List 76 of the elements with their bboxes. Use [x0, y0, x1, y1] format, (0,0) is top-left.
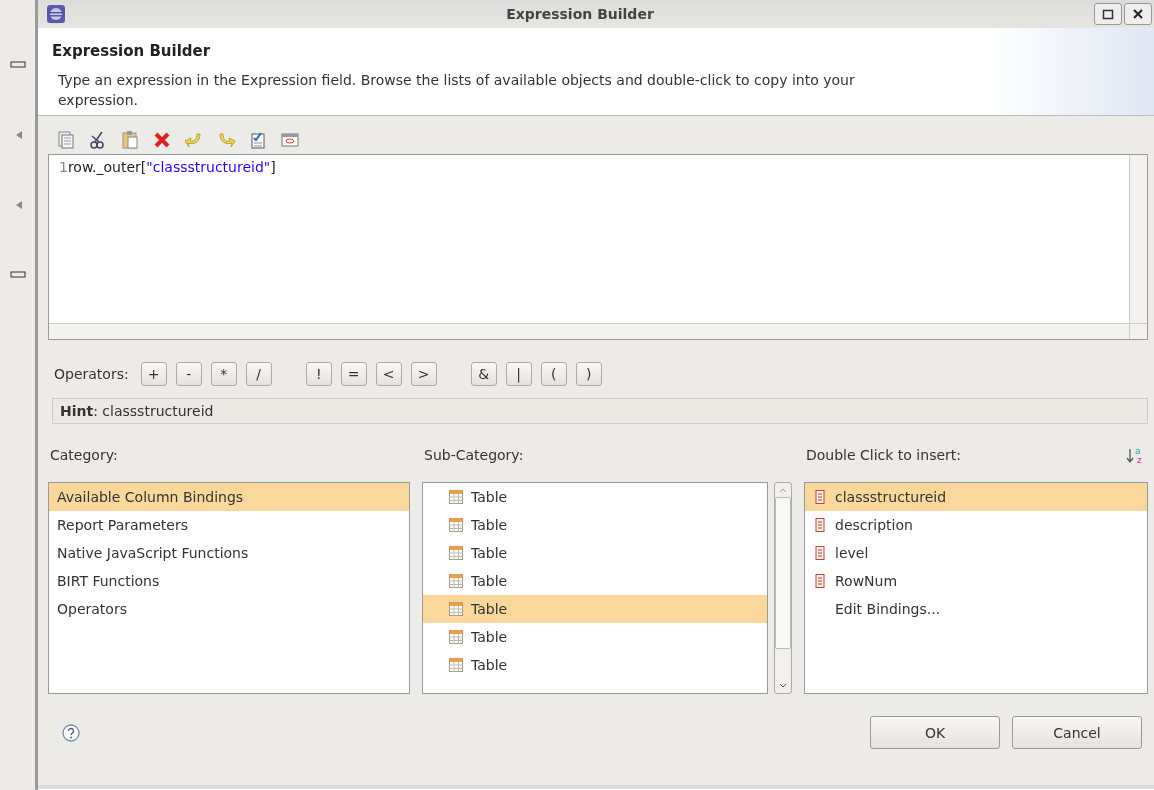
list-item[interactable]: Report Parameters [49, 511, 409, 539]
horizontal-scrollbar[interactable] [49, 323, 1129, 339]
minimize-icon[interactable] [9, 270, 26, 280]
list-item[interactable]: Table [423, 511, 767, 539]
table-icon [449, 630, 463, 644]
list-item[interactable]: BIRT Functions [49, 567, 409, 595]
list-item[interactable]: Table [423, 483, 767, 511]
scrollbar-thumb[interactable] [775, 497, 791, 649]
scrollbar-corner [1129, 323, 1147, 339]
redo-icon[interactable] [216, 130, 236, 150]
checklist-icon[interactable] [248, 130, 268, 150]
dialog-title: Expression Builder [52, 42, 212, 60]
hint-text: Hint: classstructureid [52, 398, 1148, 424]
operator-button[interactable]: ( [540, 362, 567, 386]
help-icon[interactable] [62, 723, 80, 742]
table-icon [449, 490, 463, 504]
vertical-scrollbar[interactable] [1129, 155, 1147, 323]
sub-category-list[interactable]: Table Table Table Table Table Table Table [422, 482, 768, 694]
table-icon [449, 658, 463, 672]
window-title: Expression Builder [505, 6, 655, 22]
operator-button[interactable]: > [410, 362, 437, 386]
category-label: Category: [50, 447, 118, 463]
maximize-icon [1102, 8, 1114, 20]
operator-button[interactable]: & [470, 362, 497, 386]
operator-button[interactable]: - [175, 362, 202, 386]
table-icon [449, 602, 463, 616]
dialog-description: Type an expression in the Expression field. Browse the lists of available objects and double-click to copy into your expression. [57, 71, 856, 110]
list-item[interactable]: level [805, 539, 1147, 567]
list-item[interactable]: classstructureid [805, 483, 1147, 511]
operator-button[interactable]: * [210, 362, 237, 386]
operator-button[interactable]: / [245, 362, 272, 386]
app-icon [46, 4, 66, 24]
column-icon [813, 490, 827, 504]
list-item[interactable]: Table [423, 651, 767, 679]
delete-icon[interactable] [152, 130, 172, 150]
table-icon [449, 518, 463, 532]
column-icon [813, 574, 827, 588]
operator-button[interactable]: | [505, 362, 532, 386]
expression-editor[interactable]: 1row._outer["classstructureid"] [48, 154, 1148, 340]
minimize-icon[interactable] [9, 60, 26, 70]
list-item[interactable]: Operators [49, 595, 409, 623]
sub-category-label: Sub-Category: [424, 447, 524, 463]
copy-icon[interactable] [56, 130, 76, 150]
paste-icon[interactable] [120, 130, 140, 150]
insert-list[interactable]: classstructureid description level RowNum Edit Bindings... [804, 482, 1148, 694]
list-item[interactable]: RowNum [805, 567, 1147, 595]
list-item[interactable]: Table [423, 539, 767, 567]
category-list[interactable]: Available Column Bindings Report Parameters Native JavaScript Functions BIRT Functions Operators [48, 482, 410, 694]
list-item[interactable]: Table [423, 623, 767, 651]
insert-label: Double Click to insert: [806, 447, 961, 463]
close-icon [1132, 8, 1144, 20]
operator-button[interactable]: ! [305, 362, 332, 386]
column-icon [813, 546, 827, 560]
list-item[interactable]: Native JavaScript Functions [49, 539, 409, 567]
list-item[interactable]: Available Column Bindings [49, 483, 409, 511]
list-item[interactable]: Table [423, 567, 767, 595]
operator-button[interactable]: = [340, 362, 367, 386]
list-item[interactable]: Edit Bindings... [805, 595, 1147, 623]
cancel-button[interactable]: Cancel [1012, 716, 1142, 749]
window-icon[interactable] [280, 130, 300, 150]
operator-button[interactable]: + [140, 362, 167, 386]
maximize-button[interactable] [1094, 3, 1122, 25]
column-icon [813, 518, 827, 532]
list-scrollbar[interactable] [774, 482, 792, 694]
undo-icon[interactable] [184, 130, 204, 150]
list-item[interactable]: description [805, 511, 1147, 539]
ok-button[interactable]: OK [870, 716, 1000, 749]
list-item[interactable]: Table [423, 595, 767, 623]
expression-code: row._outer["classstructureid"] [67, 159, 276, 177]
operator-button[interactable]: ) [575, 362, 602, 386]
table-icon [449, 546, 463, 560]
close-button[interactable] [1124, 3, 1152, 25]
operator-button[interactable]: < [375, 362, 402, 386]
line-number: 1 [59, 159, 68, 177]
table-icon [449, 574, 463, 588]
operators-label: Operators: [54, 366, 129, 382]
